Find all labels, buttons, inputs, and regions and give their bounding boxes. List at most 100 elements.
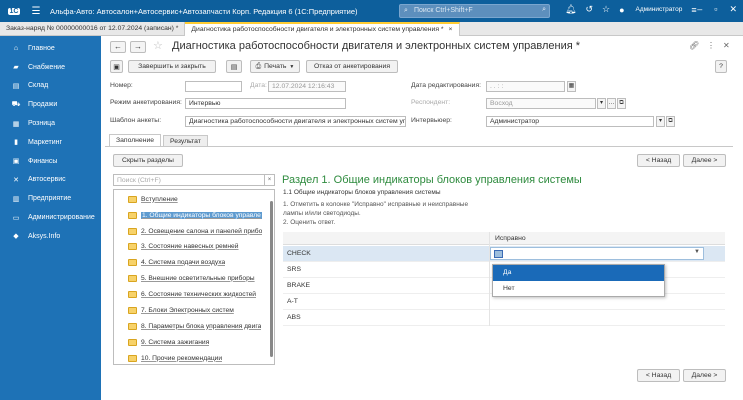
favorite-star-icon[interactable]: ☆	[153, 39, 163, 52]
folder-icon	[128, 338, 137, 346]
sidebar-item-finance[interactable]: ▣ Финансы	[0, 152, 101, 171]
date-field: 12.07.2024 12:16:43	[268, 81, 346, 92]
sidebar-item-sales[interactable]: ⛟ Продажи	[0, 95, 101, 114]
folder-icon	[128, 258, 137, 266]
instruction-line-1: 1. Отметить в колонке "Исправно" исправн…	[283, 201, 469, 208]
clear-search-icon[interactable]: ×	[265, 174, 275, 186]
menu-icon[interactable]: ☰	[28, 6, 44, 17]
help-button[interactable]: ?	[715, 60, 727, 73]
section-title: Раздел 1. Общие индикаторы блоков управл…	[282, 174, 582, 186]
bell-icon[interactable]: 🔔︎	[565, 4, 576, 15]
user-name[interactable]: Администратор	[636, 6, 683, 13]
maximize-icon[interactable]: ▫	[714, 4, 717, 15]
forward-button[interactable]: →	[130, 41, 146, 53]
sidebar-item-aksys[interactable]: ◆ Aksys.Info	[0, 227, 101, 246]
respondent-label: Респондент:	[411, 99, 451, 106]
table-header: Исправно	[283, 232, 725, 245]
interviewer-open-icon[interactable]: ⧉	[666, 116, 675, 127]
sidebar-item-marketing[interactable]: ▮ Маркетинг	[0, 133, 101, 152]
sidebar-item-retail[interactable]: ▦ Розница	[0, 114, 101, 133]
save-icon-button[interactable]: ▣	[110, 60, 123, 73]
print-button[interactable]: ⎙ Печать ▼	[250, 60, 300, 73]
sidebar-item-supply[interactable]: ▰ Снабжение	[0, 58, 101, 77]
app-logo[interactable]: 1С	[0, 0, 28, 22]
mode-field[interactable]: Интервью	[185, 98, 346, 109]
edit-date-field[interactable]: . . : :	[486, 81, 565, 92]
chevron-down-icon[interactable]: ▼	[694, 249, 700, 255]
tree-search-input[interactable]: Поиск (Ctrl+F)	[113, 174, 265, 186]
dropdown-option-no[interactable]: Нет	[493, 281, 664, 297]
number-field[interactable]	[185, 81, 242, 92]
link-icon[interactable]: 🔗︎	[689, 41, 699, 50]
doc-tab-diagnostics[interactable]: Диагностика работоспособности двигателя …	[185, 22, 460, 36]
calendar-icon[interactable]: ▦	[567, 81, 576, 92]
back-button[interactable]: ←	[110, 41, 126, 53]
next-button-bottom[interactable]: Далее >	[683, 369, 726, 382]
star-icon[interactable]: ☆	[602, 4, 610, 15]
folder-icon	[128, 306, 137, 314]
respondent-open-icon[interactable]: ⧉	[617, 98, 626, 109]
prev-button-top[interactable]: < Назад	[637, 154, 680, 167]
global-search-input[interactable]: ⌕ Поиск Ctrl+Shift+F ⌕	[399, 4, 550, 18]
template-field[interactable]: Диагностика работоспособности двигателя …	[185, 116, 406, 127]
store-icon: ▦	[12, 120, 20, 128]
save-close-button[interactable]: Завершить и закрыть	[128, 60, 216, 73]
interviewer-field[interactable]: Администратор	[486, 116, 654, 127]
attach-icon-button[interactable]: ▤	[226, 60, 242, 73]
prev-button-bottom[interactable]: < Назад	[637, 369, 680, 382]
cancel-survey-button[interactable]: Отказ от анкетирования	[306, 60, 398, 73]
tab-close-icon[interactable]: ×	[449, 26, 453, 33]
sidebar-item-admin[interactable]: ▭ Администрирование	[0, 208, 101, 227]
close-icon[interactable]: ✕	[729, 4, 737, 15]
folder-icon	[128, 290, 137, 298]
folder-icon	[128, 354, 137, 362]
date-label: Дата:	[250, 82, 267, 89]
info-icon: ◆	[13, 233, 19, 241]
sidebar-item-warehouse[interactable]: ▤ Склад	[0, 77, 101, 96]
hide-sections-button[interactable]: Скрыть разделы	[113, 154, 183, 167]
dropdown-option-yes[interactable]: Да	[493, 265, 664, 281]
settings-icon[interactable]: ≡	[691, 5, 696, 15]
respondent-field[interactable]: Восход	[486, 98, 596, 109]
respondent-select-icon[interactable]: …	[607, 98, 616, 109]
folder-icon	[128, 195, 137, 203]
search-button-icon[interactable]: ⌕	[542, 6, 546, 14]
close-form-icon[interactable]: ✕	[723, 41, 730, 50]
tree-item[interactable]: 1. Общие индикаторы блоков управле	[128, 210, 268, 220]
table-row[interactable]: ABS	[283, 310, 725, 326]
table-row[interactable]: CHECK ▼	[283, 246, 725, 262]
doc-tab-order[interactable]: Заказ-наряд № 00000000016 от 12.07.2024 …	[0, 22, 186, 36]
page-title: Диагностика работоспособности двигателя …	[172, 40, 581, 52]
next-button-top[interactable]: Далее >	[683, 154, 726, 167]
tree-item[interactable]: 5. Внешние осветительные приборы	[128, 273, 268, 283]
tree-item[interactable]: 2. Освещение салона и панелей прибо	[128, 226, 268, 236]
history-icon[interactable]: ↺	[585, 4, 593, 15]
respondent-dropdown-icon[interactable]: ▾	[597, 98, 606, 109]
search-icon: ⌕	[404, 7, 408, 14]
sidebar-item-enterprise[interactable]: ▥ Предприятие	[0, 189, 101, 208]
sidebar-item-autoservice[interactable]: ✕ Автосервис	[0, 171, 101, 190]
tree-item[interactable]: Вступление	[128, 194, 268, 204]
user-icon[interactable]: ●	[619, 5, 624, 15]
minimize-icon[interactable]: –	[697, 4, 702, 15]
checkbox-icon[interactable]	[494, 250, 503, 258]
printer-icon: ⎙	[255, 62, 262, 70]
tree-item[interactable]: 10. Прочие рекомендации	[128, 353, 268, 363]
more-icon[interactable]: ⋮	[707, 41, 715, 50]
tree-item[interactable]: 4. Система подачи воздуха	[128, 257, 268, 267]
document-tabs: Заказ-наряд № 00000000016 от 12.07.2024 …	[0, 22, 743, 36]
sidebar-item-main[interactable]: ⌂ Главное	[0, 39, 101, 58]
tree-item[interactable]: 8. Параметры блока управления двига	[128, 321, 268, 331]
home-icon: ⌂	[13, 44, 19, 52]
interviewer-dropdown-icon[interactable]: ▾	[656, 116, 665, 127]
tree-item[interactable]: 6. Состояние технических жидкостей	[128, 289, 268, 299]
tree-item[interactable]: 7. Блоки Электронных систем	[128, 305, 268, 315]
ok-cell-editor[interactable]: ▼	[490, 247, 704, 260]
title-bar: 1С ☰ Альфа-Авто: Автосалон+Автосервис+Ав…	[0, 0, 743, 22]
tree-item[interactable]: 9. Система зажигания	[128, 337, 268, 347]
tree-item[interactable]: 3. Состояние навесных ремней	[128, 241, 268, 251]
tree-scrollbar[interactable]	[270, 201, 273, 357]
ok-dropdown-list: Да Нет	[492, 264, 665, 297]
tabs-divider	[105, 146, 733, 147]
main-content: ← → ☆ Диагностика работоспособности двиг…	[101, 36, 743, 400]
